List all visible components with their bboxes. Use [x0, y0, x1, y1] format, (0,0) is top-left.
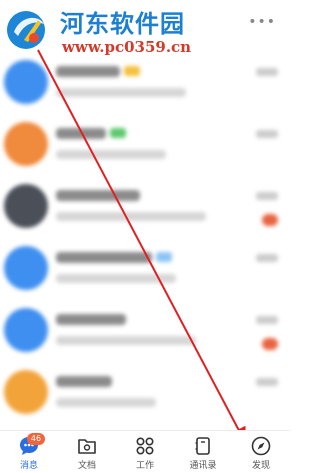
bottom-nav: 46 消息 文档 工作 通讯录 发现: [0, 430, 290, 473]
chat-tag: [110, 128, 126, 138]
chat-list-item[interactable]: [0, 52, 290, 114]
nav-label-discover: 发现: [251, 461, 270, 471]
chat-tag: [156, 252, 172, 262]
watermark-title: 河东软件园: [60, 9, 185, 38]
unread-count-badge: 46: [27, 433, 45, 445]
chat-preview-blurred: [56, 88, 186, 97]
compass-icon: [251, 436, 271, 456]
nav-label-docs: 文档: [77, 461, 96, 471]
nav-item-messages[interactable]: 46 消息: [0, 431, 58, 473]
chat-list-item[interactable]: [0, 362, 290, 424]
chat-time-blurred: [256, 130, 278, 138]
chat-avatar: [4, 308, 48, 352]
chat-list-item[interactable]: [0, 114, 290, 176]
chat-time-blurred: [256, 254, 278, 262]
chat-preview-blurred: [56, 336, 196, 345]
nav-label-messages: 消息: [19, 461, 38, 471]
chat-avatar: [4, 370, 48, 414]
document-folder-icon: [78, 439, 96, 454]
chat-tag: [124, 66, 140, 76]
watermark-logo-icon: [7, 11, 45, 49]
nav-label-work: 工作: [135, 461, 154, 471]
chat-name-blurred: [56, 376, 112, 387]
nav-label-contacts: 通讯录: [189, 461, 217, 471]
chat-time-blurred: [256, 192, 278, 200]
chat-avatar: [4, 122, 48, 166]
chat-list-item[interactable]: [0, 300, 290, 362]
chat-name-blurred: [56, 190, 140, 201]
chat-name-blurred: [56, 128, 106, 139]
chat-unread-badge: [262, 214, 278, 226]
chat-preview-blurred: [56, 212, 206, 221]
chat-avatar: [4, 184, 48, 228]
chat-list: [0, 52, 290, 430]
chat-avatar: [4, 246, 48, 290]
chat-name-blurred: [56, 66, 120, 77]
chat-list-item[interactable]: [0, 238, 290, 300]
nav-item-work[interactable]: 工作: [116, 431, 174, 473]
contacts-book-icon: [195, 437, 210, 455]
chat-time-blurred: [256, 378, 278, 386]
chat-time-blurred: [256, 316, 278, 324]
nav-item-discover[interactable]: 发现: [232, 431, 290, 473]
more-dots-icon[interactable]: •••: [248, 14, 276, 30]
grid-apps-icon: [136, 437, 154, 455]
chat-name-blurred: [56, 314, 126, 325]
chat-name-blurred: [56, 252, 152, 263]
chat-avatar: [4, 60, 48, 104]
top-bar: 河东软件园 www.pc0359.cn •••: [0, 0, 290, 56]
chat-unread-badge: [262, 338, 278, 350]
nav-item-docs[interactable]: 文档: [58, 431, 116, 473]
chat-preview-blurred: [56, 150, 166, 159]
chat-list-item[interactable]: [0, 176, 290, 238]
chat-time-blurred: [256, 68, 278, 76]
chat-preview-blurred: [56, 398, 156, 407]
chat-preview-blurred: [56, 274, 176, 283]
nav-item-contacts[interactable]: 通讯录: [174, 431, 232, 473]
